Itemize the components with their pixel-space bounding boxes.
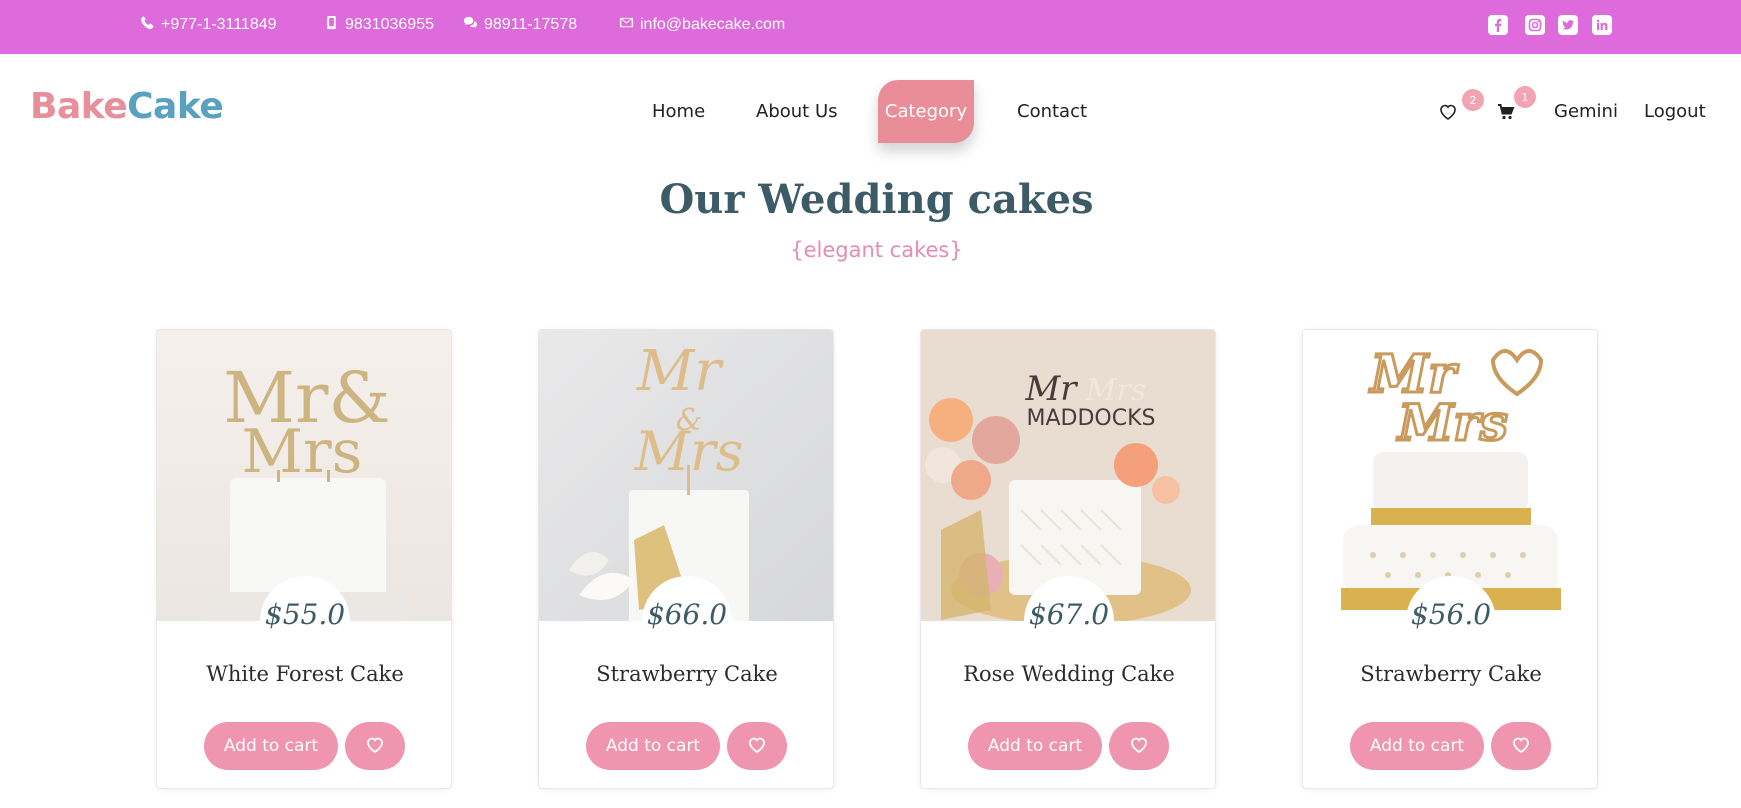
section-title: Our Wedding cakes <box>659 176 1094 223</box>
add-to-wishlist-button[interactable] <box>1109 722 1169 770</box>
price-badge: $67.0 <box>1024 576 1114 666</box>
svg-text:Mr: Mr <box>1024 369 1078 409</box>
mobile-number: 9831036955 <box>345 16 434 33</box>
facebook-icon[interactable] <box>1488 15 1508 35</box>
add-to-wishlist-button[interactable] <box>345 722 405 770</box>
product-card: Mr Mrs MADDOCKS $67.0 Rose Wedding Cake … <box>920 329 1216 789</box>
add-to-cart-button[interactable]: Add to cart <box>968 722 1102 770</box>
phone-icon <box>140 15 155 35</box>
price-badge: $56.0 <box>1406 576 1496 666</box>
nav-about-us[interactable]: About Us <box>756 101 838 122</box>
product-title: Rose Wedding Cake <box>963 662 1175 686</box>
contact-mobile[interactable]: 9831036955 <box>324 15 434 35</box>
product-title: Strawberry Cake <box>596 662 778 686</box>
nav-logout[interactable]: Logout <box>1644 101 1706 122</box>
brand-logo[interactable]: BakeCake <box>30 86 224 127</box>
phone-number: +977-1-3111849 <box>161 16 277 33</box>
add-to-cart-button[interactable]: Add to cart <box>586 722 720 770</box>
envelope-icon <box>619 15 634 35</box>
svg-text:Mrs: Mrs <box>1396 393 1508 452</box>
product-card: Mr& Mrs $55.0 White Forest Cake Add to c… <box>156 329 452 789</box>
contact-email[interactable]: info@bakecake.com <box>619 15 785 35</box>
price-badge: $66.0 <box>642 576 732 666</box>
twitter-icon[interactable] <box>1558 15 1578 35</box>
email-address: info@bakecake.com <box>640 16 786 33</box>
heart-icon <box>1511 735 1531 758</box>
wishlist-button[interactable] <box>1438 102 1458 126</box>
contact-phone[interactable]: +977-1-3111849 <box>140 15 277 35</box>
svg-text:Mr: Mr <box>636 339 724 404</box>
add-to-wishlist-button[interactable] <box>1491 722 1551 770</box>
cart-button[interactable] <box>1496 102 1516 126</box>
product-card: Mr Mrs $56.0 Strawberry Cake Add to cart <box>1302 329 1598 789</box>
product-card: Mr & Mrs $66.0 Strawberry Cake Add to ca… <box>538 329 834 789</box>
contact-chat[interactable]: 98911-17578 <box>463 15 577 35</box>
heart-icon <box>1129 735 1149 758</box>
chat-icon <box>463 15 478 35</box>
shopping-cart-icon <box>1496 104 1516 126</box>
nav-contact[interactable]: Contact <box>1017 101 1087 122</box>
price-badge: $55.0 <box>260 576 350 666</box>
svg-text:MADDOCKS: MADDOCKS <box>1027 406 1156 431</box>
product-title: Strawberry Cake <box>1360 662 1542 686</box>
brand-part-cake: Cake <box>127 86 224 127</box>
linkedin-icon[interactable] <box>1592 15 1612 35</box>
nav-category[interactable]: Category <box>878 80 974 143</box>
heart-icon <box>747 735 767 758</box>
top-contact-bar: +977-1-3111849 9831036955 98911-17578 in… <box>0 0 1741 54</box>
brand-part-bake: Bake <box>30 86 128 127</box>
svg-text:Mrs: Mrs <box>1085 373 1146 408</box>
nav-user-name[interactable]: Gemini <box>1554 101 1618 122</box>
add-to-wishlist-button[interactable] <box>727 722 787 770</box>
mobile-icon <box>324 15 339 35</box>
heart-icon <box>365 735 385 758</box>
instagram-icon[interactable] <box>1525 15 1545 35</box>
cart-count-badge: 1 <box>1514 86 1536 108</box>
chat-number: 98911-17578 <box>484 16 578 33</box>
heart-icon <box>1438 104 1458 126</box>
nav-home[interactable]: Home <box>652 101 705 122</box>
wishlist-count-badge: 2 <box>1462 89 1484 111</box>
section-subtitle: {elegant cakes} <box>790 238 963 262</box>
svg-text:Mrs: Mrs <box>242 417 363 487</box>
product-title: White Forest Cake <box>206 662 404 686</box>
add-to-cart-button[interactable]: Add to cart <box>1350 722 1484 770</box>
add-to-cart-button[interactable]: Add to cart <box>204 722 338 770</box>
